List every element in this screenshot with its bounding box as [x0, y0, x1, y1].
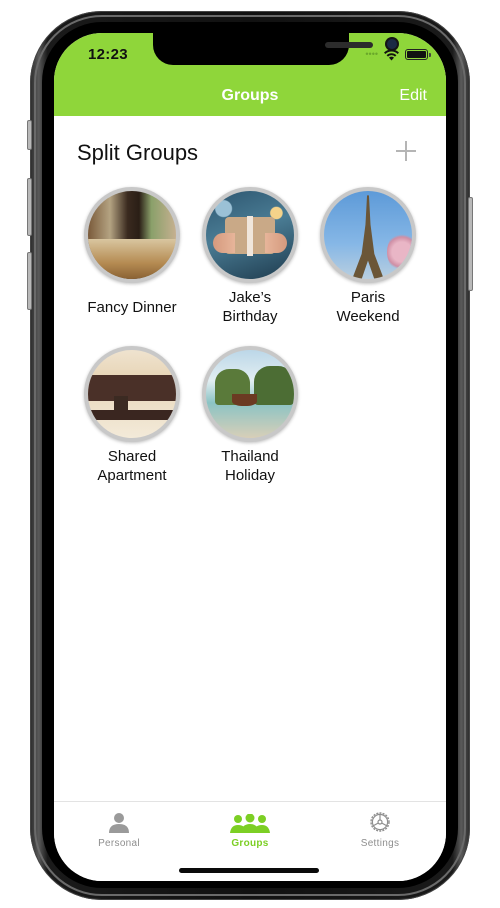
add-group-button[interactable]: [396, 141, 416, 161]
group-label-line: Weekend: [336, 308, 400, 325]
battery-icon: [405, 48, 431, 60]
wifi-icon: [384, 48, 399, 60]
silent-switch: [27, 120, 32, 150]
group-label: Thailand Holiday: [191, 447, 309, 485]
volume-down-button: [27, 252, 32, 310]
group-avatar: [84, 187, 180, 283]
group-label-line: Paris: [350, 289, 386, 306]
tab-settings[interactable]: Settings: [320, 810, 440, 849]
device-notch: [153, 33, 397, 65]
group-item-shared-apartment[interactable]: Shared Apartment: [73, 346, 191, 485]
group-label: Jake’s Birthday: [191, 288, 309, 326]
home-indicator[interactable]: [179, 868, 319, 873]
cellular-signal-icon: ••••: [365, 49, 378, 59]
nav-title: Groups: [221, 87, 279, 104]
gift-box-hands-photo: [206, 191, 294, 279]
group-avatar: [202, 187, 298, 283]
thailand-longtail-boat-photo: [206, 350, 294, 438]
group-item-fancy-dinner[interactable]: Fancy Dinner: [73, 187, 191, 317]
tab-personal[interactable]: Personal: [59, 810, 179, 849]
group-item-thailand-holiday[interactable]: Thailand Holiday: [191, 346, 309, 485]
group-label: Shared Apartment: [73, 447, 191, 485]
group-icon: [230, 814, 270, 833]
tab-label: Personal: [98, 838, 140, 849]
edit-button[interactable]: Edit: [399, 87, 427, 105]
tab-label: Groups: [231, 838, 269, 849]
volume-up-button: [27, 178, 32, 236]
living-room-photo: [88, 350, 176, 438]
group-label-line: Jake’s: [228, 289, 272, 306]
group-item-paris-weekend[interactable]: Paris Weekend: [309, 187, 427, 326]
power-button: [468, 197, 473, 291]
tab-label: Settings: [360, 838, 400, 849]
group-label-line: Holiday: [224, 467, 276, 484]
group-label: Paris Weekend: [309, 288, 427, 326]
restaurant-table-photo: [88, 191, 176, 279]
group-item-jakes-birthday[interactable]: Jake’s Birthday: [191, 187, 309, 326]
group-label: Fancy Dinner: [87, 299, 177, 316]
person-icon: [109, 813, 129, 833]
status-indicators: ••••: [365, 47, 431, 61]
status-time: 12:23: [88, 46, 128, 63]
group-avatar: [84, 346, 180, 442]
tab-groups[interactable]: Groups: [190, 810, 310, 849]
section-title: Split Groups: [77, 140, 199, 165]
gear-icon: [370, 812, 390, 832]
eiffel-tower-photo: [324, 191, 412, 279]
group-label-line: Thailand: [221, 448, 279, 465]
group-avatar: [202, 346, 298, 442]
app-screen: 12:23 •••• Groups Edit Split Groups Fanc…: [54, 33, 446, 881]
group-label-line: Birthday: [222, 308, 278, 325]
group-label-line: Apartment: [97, 467, 167, 484]
group-label-line: Shared: [107, 448, 157, 465]
group-avatar: [320, 187, 416, 283]
